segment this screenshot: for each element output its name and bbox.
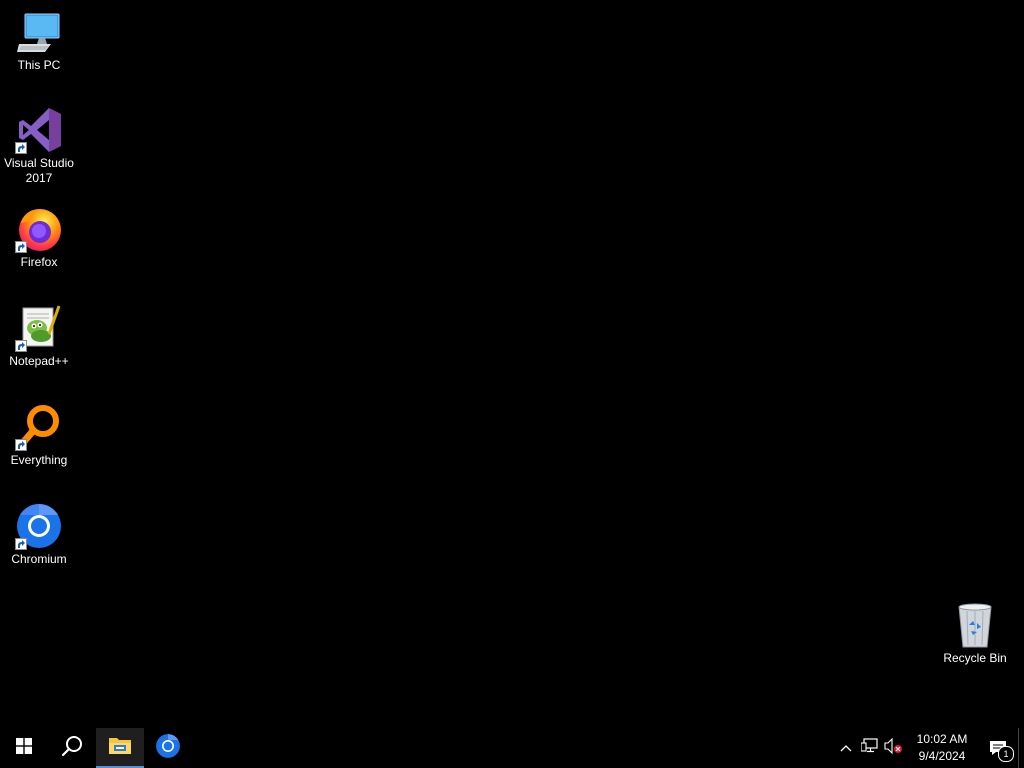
network-button[interactable] — [858, 728, 882, 768]
desktop-icon-label: Visual Studio 2017 — [4, 156, 74, 185]
start-button[interactable] — [0, 728, 48, 768]
desktop-icon-visual-studio[interactable]: Visual Studio 2017 — [1, 106, 77, 186]
desktop-icon-notepad-plus-plus[interactable]: Notepad++ — [1, 304, 77, 369]
clock-time: 10:02 AM — [916, 732, 968, 746]
recycle-bin-icon — [951, 601, 999, 649]
this-pc-icon — [15, 8, 63, 56]
show-hidden-icons-button[interactable] — [834, 728, 858, 768]
file-explorer-icon — [108, 735, 132, 760]
network-icon — [860, 737, 879, 759]
search-button[interactable] — [48, 728, 96, 768]
volume-button[interactable] — [882, 728, 906, 768]
taskbar-clock[interactable]: 10:02 AM 9/4/2024 — [912, 728, 972, 768]
desktop-icon-this-pc[interactable]: This PC — [1, 8, 77, 73]
visual-studio-icon — [15, 106, 63, 154]
firefox-icon — [15, 205, 63, 253]
desktop-icon-label: Recycle Bin — [943, 651, 1007, 665]
notification-icon: 1 — [988, 738, 1014, 762]
action-center-button[interactable]: 1 — [978, 728, 1018, 768]
system-tray: 10:02 AM 9/4/2024 1 — [834, 728, 1024, 768]
volume-muted-icon — [884, 737, 904, 759]
desktop-icon-firefox[interactable]: Firefox — [1, 205, 77, 270]
taskbar-chromium-button[interactable] — [144, 728, 192, 768]
chevron-up-icon — [840, 739, 852, 757]
taskbar: 10:02 AM 9/4/2024 1 — [0, 728, 1024, 768]
shortcut-arrow-icon — [15, 538, 27, 550]
desktop-icon-everything[interactable]: Everything — [1, 403, 77, 468]
desktop-icon-recycle-bin[interactable]: Recycle Bin — [937, 601, 1013, 666]
desktop-icon-label: This PC — [17, 58, 61, 72]
search-icon — [61, 735, 83, 762]
desktop-icon-label: Firefox — [20, 255, 58, 269]
taskbar-file-explorer-button[interactable] — [96, 728, 144, 768]
chromium-icon — [155, 733, 181, 764]
show-desktop-button[interactable] — [1018, 728, 1024, 768]
desktop-icon-label: Everything — [10, 453, 68, 467]
shortcut-arrow-icon — [15, 340, 27, 352]
windows-start-icon — [16, 737, 32, 759]
shortcut-arrow-icon — [15, 241, 27, 253]
everything-search-icon — [15, 403, 63, 451]
notepad-plus-plus-icon — [15, 304, 63, 352]
shortcut-arrow-icon — [15, 439, 27, 451]
desktop-icon-label: Chromium — [11, 552, 67, 566]
shortcut-arrow-icon — [15, 142, 27, 154]
clock-date: 9/4/2024 — [918, 749, 966, 763]
desktop-icon-chromium[interactable]: Chromium — [1, 502, 77, 567]
chromium-icon — [15, 502, 63, 550]
desktop-icon-label: Notepad++ — [9, 354, 69, 368]
desktop: This PC Visual Studio 2017 Firefox Notep… — [0, 0, 1024, 768]
notification-count-badge: 1 — [998, 746, 1014, 762]
